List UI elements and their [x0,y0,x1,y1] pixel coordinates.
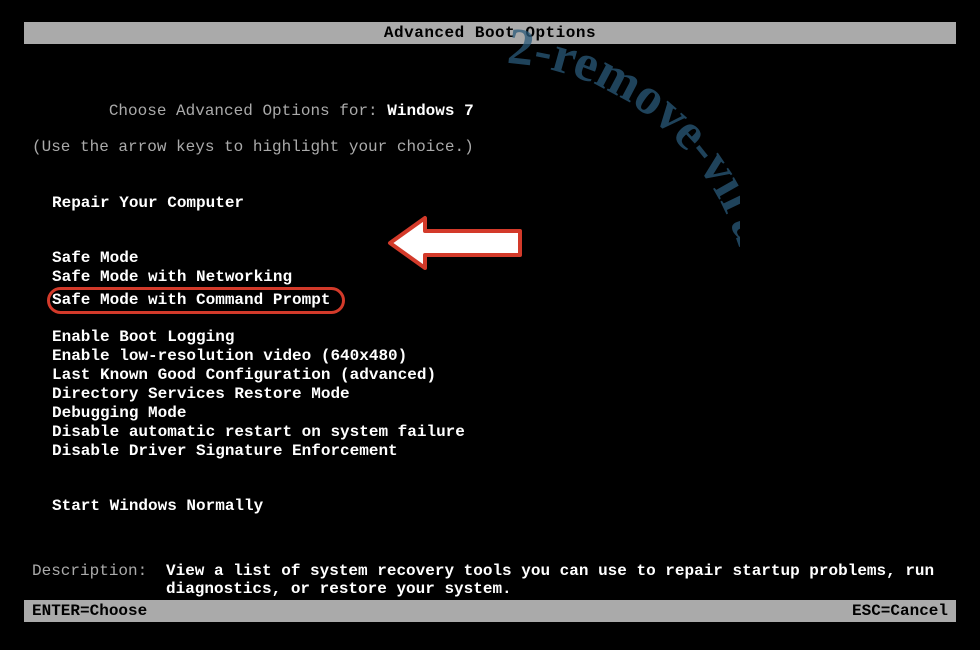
title-bar: Advanced Boot Options [24,22,956,44]
description-text: View a list of system recovery tools you… [166,562,956,598]
footer-enter: ENTER=Choose [32,602,147,620]
page-title: Advanced Boot Options [384,24,596,42]
menu-item-safemode-networking[interactable]: Safe Mode with Networking [52,268,292,287]
menu-item-boot-logging[interactable]: Enable Boot Logging [52,328,234,347]
menu-item-lkg[interactable]: Last Known Good Configuration (advanced) [52,366,436,385]
menu-item-debugging[interactable]: Debugging Mode [52,404,186,423]
menu-group-4: Start Windows Normally [52,497,956,516]
intro-block: Choose Advanced Options for: Windows 7 (… [32,84,956,156]
os-name: Windows 7 [387,102,473,120]
menu-item-safemode[interactable]: Safe Mode [52,249,138,268]
menu-item-disable-restart[interactable]: Disable automatic restart on system fail… [52,423,465,442]
menu-item-start-normally[interactable]: Start Windows Normally [52,497,263,516]
menu-item-lowres[interactable]: Enable low-resolution video (640x480) [52,347,407,366]
arrow-callout-icon [370,213,530,278]
menu-item-safemode-cmd[interactable]: Safe Mode with Command Prompt [47,287,345,314]
footer-bar: ENTER=Choose ESC=Cancel [24,600,956,622]
menu-item-repair[interactable]: Repair Your Computer [52,194,244,213]
menu-item-dsrm[interactable]: Directory Services Restore Mode [52,385,350,404]
intro-prefix: Choose Advanced Options for: [109,102,387,120]
description-block: Description: View a list of system recov… [32,562,956,598]
description-label: Description: [32,562,166,598]
footer-esc: ESC=Cancel [852,602,948,620]
menu-group-1: Repair Your Computer [52,194,956,213]
menu-group-3: Enable Boot Logging Enable low-resolutio… [52,328,956,461]
intro-hint: (Use the arrow keys to highlight your ch… [32,138,956,156]
menu-item-disable-driver-sig[interactable]: Disable Driver Signature Enforcement [52,442,398,461]
